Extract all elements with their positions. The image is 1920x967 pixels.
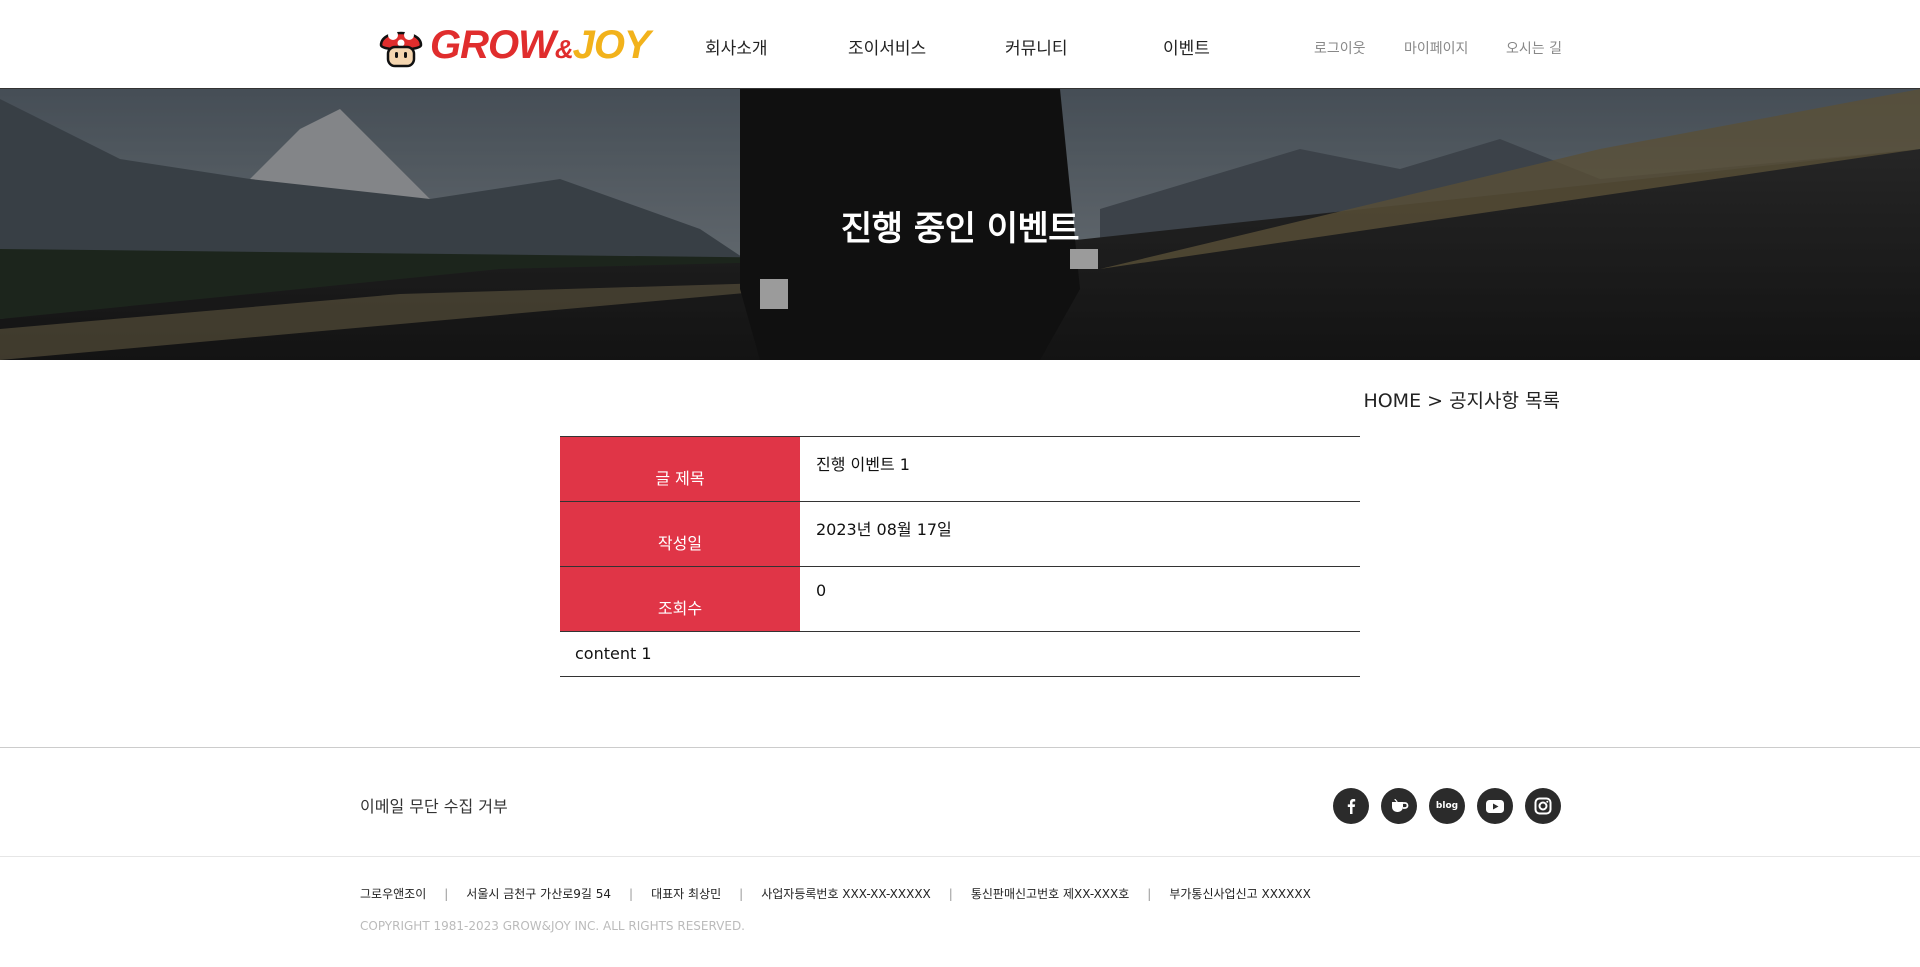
- date-label: 작성일: [560, 502, 800, 566]
- page-banner: 진행 중인 이벤트: [0, 89, 1920, 360]
- youtube-icon[interactable]: [1477, 788, 1513, 824]
- copyright: COPYRIGHT 1981-2023 GROW&JOY INC. ALL RI…: [360, 919, 745, 933]
- page-title: 진행 중인 이벤트: [840, 209, 1080, 249]
- mail-order-number: 통신판매신고번호 제XX-XXX호: [970, 887, 1130, 901]
- table-row: 조회수 0: [560, 567, 1360, 632]
- logo-amp: &: [554, 33, 574, 64]
- company-name: 그로우앤조이: [360, 887, 427, 901]
- nav-joy-service[interactable]: 조이서비스: [848, 34, 926, 59]
- business-reg-number: 사업자등록번호 XXX-XX-XXXXX: [761, 887, 931, 901]
- logout-link[interactable]: 로그이웃: [1314, 38, 1366, 58]
- mypage-link[interactable]: 마이페이지: [1404, 38, 1468, 58]
- blog-icon[interactable]: blog: [1429, 788, 1465, 824]
- instagram-icon[interactable]: [1525, 788, 1561, 824]
- email-deny-link[interactable]: 이메일 무단 수집 거부: [360, 793, 508, 817]
- company-address: 서울시 금천구 가산로9길 54: [466, 887, 612, 901]
- nav-community[interactable]: 커뮤니티: [1005, 34, 1068, 59]
- table-row: 작성일 2023년 08월 17일: [560, 502, 1360, 567]
- cafe-icon[interactable]: [1381, 788, 1417, 824]
- logo-joy: JOY: [572, 22, 651, 67]
- telecom-report-number: 부가통신사업신고 XXXXXX: [1169, 887, 1311, 901]
- site-header: GROW&JOY 회사소개 조이서비스 커뮤니티 이벤트 로그이웃 마이페이지 …: [0, 0, 1920, 89]
- nav-event[interactable]: 이벤트: [1163, 34, 1210, 59]
- company-ceo: 대표자 최상민: [651, 887, 722, 901]
- footer-top: 이메일 무단 수집 거부 blog: [0, 747, 1920, 857]
- views-value: 0: [816, 581, 827, 600]
- title-label: 글 제목: [560, 437, 800, 501]
- logo-grow: GROW: [430, 22, 556, 67]
- site-logo[interactable]: GROW&JOY: [378, 20, 651, 70]
- post-detail-table: 글 제목 진행 이벤트 1 작성일 2023년 08월 17일 조회수 0 co…: [560, 436, 1360, 677]
- title-value: 진행 이벤트 1: [816, 455, 910, 474]
- views-label: 조회수: [560, 567, 800, 631]
- nav-company[interactable]: 회사소개: [705, 34, 768, 59]
- date-value: 2023년 08월 17일: [816, 520, 952, 539]
- blog-label: blog: [1435, 801, 1459, 811]
- logo-wordmark: GROW&JOY: [430, 22, 651, 68]
- mushroom-icon: [379, 30, 423, 68]
- breadcrumb: HOME > 공지사항 목록: [1363, 390, 1560, 412]
- directions-link[interactable]: 오시는 길: [1506, 38, 1562, 58]
- table-row: 글 제목 진행 이벤트 1: [560, 437, 1360, 502]
- company-info: 그로우앤조이 | 서울시 금천구 가산로9길 54 | 대표자 최상민 | 사업자등록번호 …: [360, 887, 1311, 901]
- facebook-icon[interactable]: [1333, 788, 1369, 824]
- post-content: content 1: [560, 632, 1360, 677]
